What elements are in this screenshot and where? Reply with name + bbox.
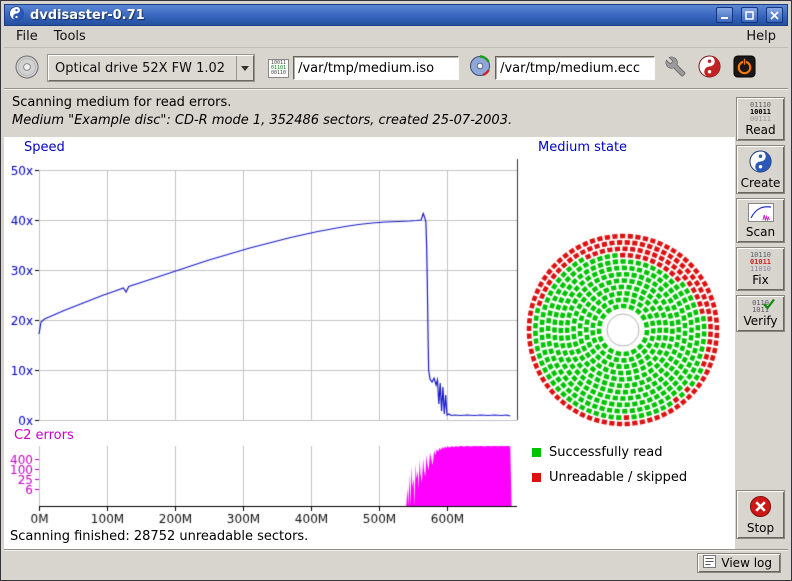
read-button-label: Read	[745, 124, 775, 137]
menu-help[interactable]: Help	[738, 27, 784, 46]
drive-selector[interactable]: Optical drive 52X FW 1.02	[48, 55, 254, 81]
about-button[interactable]	[696, 53, 723, 83]
wrench-icon	[665, 56, 686, 80]
verify-button-label: Verify	[743, 315, 777, 328]
toolbar: Optical drive 52X FW 1.02 10011 01101 00…	[4, 48, 788, 89]
stop-button[interactable]: Stop	[736, 490, 785, 539]
iso-path-input[interactable]	[293, 56, 459, 80]
speed-chart-title: Speed	[24, 140, 65, 155]
view-log-label: View log	[721, 556, 772, 570]
scan-button[interactable]: Scan	[736, 198, 785, 243]
quit-button[interactable]	[731, 53, 758, 83]
medium-state-legend: Successfully read Unreadable / skipped	[532, 440, 687, 490]
stop-icon	[749, 495, 772, 521]
window-title: dvdisaster-0.71	[30, 8, 145, 23]
status-area: Scanning medium for read errors. Medium …	[4, 89, 735, 137]
preferences-button[interactable]	[663, 54, 688, 82]
legend-bad-label: Unreadable / skipped	[549, 470, 687, 485]
legend-ok-label: Successfully read	[549, 445, 662, 460]
menu-file[interactable]: File	[8, 27, 46, 46]
legend-ok-swatch	[532, 448, 541, 457]
sidebar: 01110 10011 00111 Read Create	[733, 89, 788, 549]
stop-button-label: Stop	[747, 522, 774, 535]
fix-button[interactable]: 10110 01011 11010 Fix	[736, 247, 785, 291]
menubar: File Tools Help	[4, 26, 788, 48]
ecc-path-input[interactable]	[495, 56, 655, 80]
create-button-label: Create	[741, 177, 781, 190]
status-line1: Scanning medium for read errors.	[12, 95, 735, 110]
medium-state-title: Medium state	[538, 140, 627, 155]
titlebar[interactable]: dvdisaster-0.71	[4, 4, 788, 26]
read-button[interactable]: 01110 10011 00111 Read	[736, 97, 785, 141]
content-panel: Speed Medium state C2 errors Successfull…	[4, 137, 735, 549]
binary-read-icon: 01110 10011 00111	[750, 102, 771, 123]
app-window: dvdisaster-0.71 File Tools Help	[0, 0, 792, 581]
yinyang-create-icon	[749, 150, 772, 176]
c2-errors-title: C2 errors	[14, 428, 74, 443]
drive-selector-value: Optical drive 52X FW 1.02	[49, 61, 236, 76]
status-line2: Medium "Example disc": CD-R mode 1, 3524…	[12, 113, 735, 128]
speed-c2-chart	[4, 137, 524, 533]
drive-icon	[14, 54, 40, 83]
fix-binary-icon: 10110 01011 11010	[750, 252, 771, 273]
footerbar: View log	[4, 549, 788, 576]
minimize-button[interactable]	[716, 7, 733, 23]
medium-state-disc	[525, 232, 721, 428]
about-yinyang-icon	[698, 55, 721, 81]
scan-chart-icon	[748, 203, 774, 225]
maximize-button[interactable]	[741, 7, 758, 23]
legend-bad-swatch	[532, 473, 541, 482]
log-icon	[703, 555, 716, 571]
legend-item-ok: Successfully read	[532, 440, 687, 465]
menu-tools[interactable]: Tools	[46, 27, 94, 46]
ecc-file-icon	[469, 55, 491, 81]
iso-image-icon: 10011 01101 00110	[268, 59, 289, 78]
power-icon	[733, 55, 756, 81]
drive-icon-button[interactable]	[12, 52, 42, 85]
app-yinyang-icon	[9, 6, 24, 25]
legend-item-bad: Unreadable / skipped	[532, 465, 687, 490]
verify-binary-icon: 0110 1011	[752, 300, 769, 314]
close-button[interactable]	[766, 7, 783, 23]
chevron-down-icon[interactable]	[236, 56, 253, 80]
verify-button[interactable]: 0110 1011 Verify	[736, 295, 785, 332]
scan-button-label: Scan	[746, 226, 775, 239]
fix-button-label: Fix	[752, 274, 768, 287]
scan-result-status: Scanning finished: 28752 unreadable sect…	[10, 529, 308, 544]
view-log-button[interactable]: View log	[697, 553, 781, 573]
create-button[interactable]: Create	[736, 145, 785, 194]
check-icon	[762, 298, 776, 313]
